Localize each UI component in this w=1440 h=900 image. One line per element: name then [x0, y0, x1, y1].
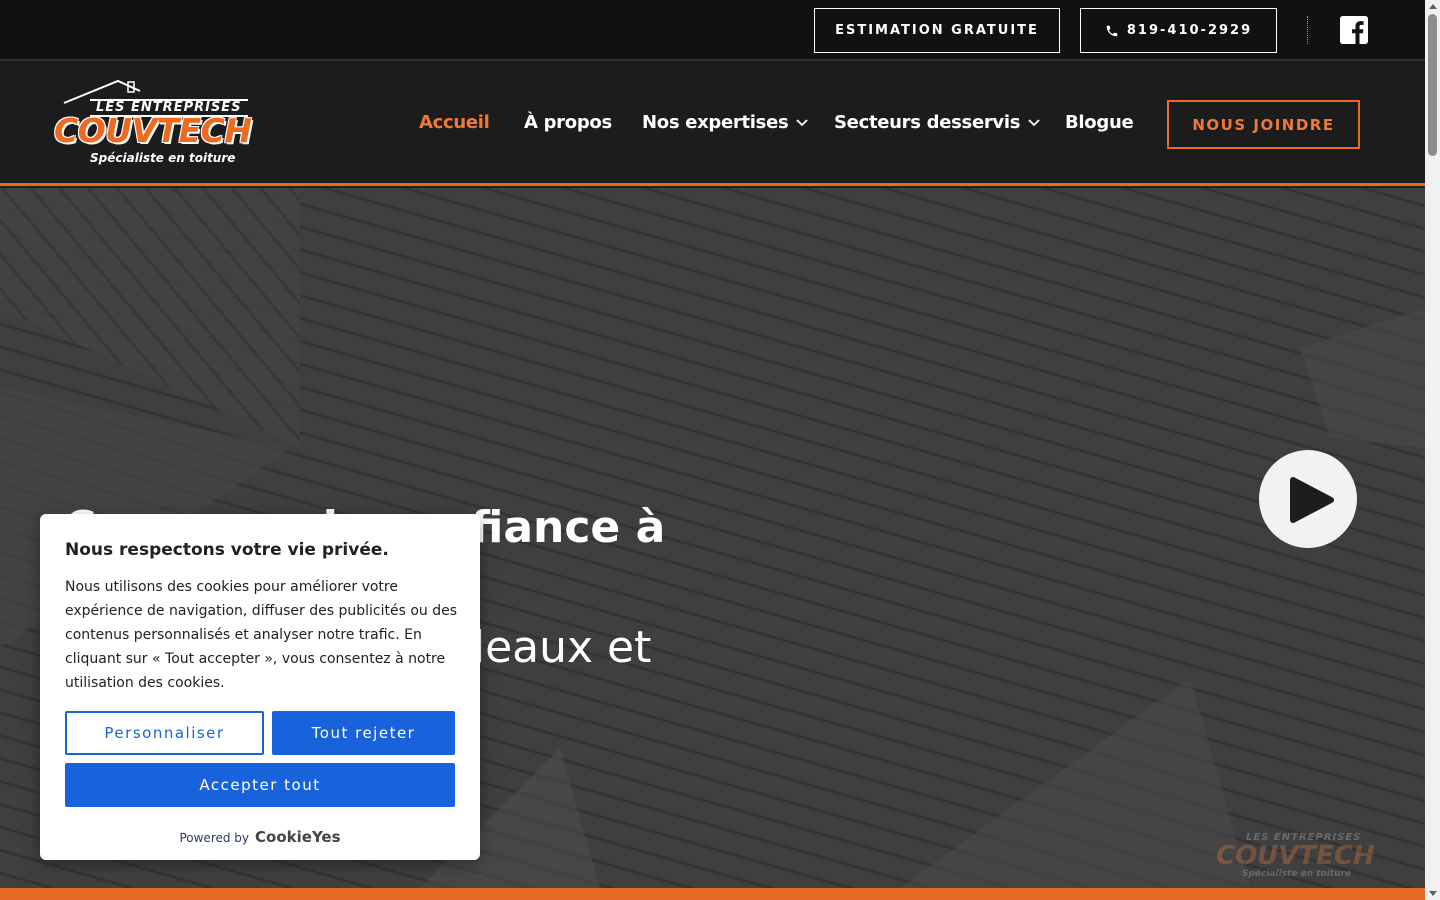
- logo-tagline: Spécialiste en toiture: [90, 151, 236, 165]
- powered-by-text: Powered by: [179, 831, 250, 845]
- nav-item-accueil[interactable]: Accueil: [419, 112, 490, 133]
- free-estimate-label: ESTIMATION GRATUITE: [835, 23, 1039, 38]
- scroll-thumb[interactable]: [1428, 14, 1437, 156]
- customize-label: Personnaliser: [104, 724, 225, 742]
- cookie-title: Nous respectons votre vie privée.: [65, 540, 389, 560]
- logo-main-text: COUVTECH: [54, 111, 252, 150]
- nav-item-secteurs-desservis[interactable]: Secteurs desservis: [834, 112, 1040, 133]
- nav-item-nos-expertises[interactable]: Nos expertises: [642, 112, 809, 133]
- main-navigation: LES ENTREPRISES COUVTECH Spécialiste en …: [0, 61, 1425, 186]
- scroll-up-arrow[interactable]: [1429, 4, 1437, 9]
- reject-all-button[interactable]: Tout rejeter: [272, 711, 455, 755]
- cookieyes-logo: CookieYes: [255, 828, 341, 846]
- phone-button[interactable]: 819-410-2929: [1080, 8, 1277, 53]
- nav-item-blogue[interactable]: Blogue: [1065, 112, 1134, 133]
- customize-button[interactable]: Personnaliser: [65, 711, 264, 755]
- nav-item-label: Nos expertises: [642, 112, 789, 133]
- contact-us-label: NOUS JOINDRE: [1192, 115, 1335, 134]
- phone-number: 819-410-2929: [1126, 23, 1253, 38]
- topbar-divider: [1307, 16, 1308, 44]
- chevron-down-icon: [796, 118, 809, 126]
- cookie-consent-dialog: Nous respectons votre vie privée. Nous u…: [40, 514, 480, 860]
- reject-all-label: Tout rejeter: [311, 724, 416, 742]
- play-icon: [1290, 477, 1334, 523]
- accent-strip: [0, 888, 1425, 900]
- top-bar: ESTIMATION GRATUITE 819-410-2929: [0, 0, 1425, 61]
- free-estimate-button[interactable]: ESTIMATION GRATUITE: [814, 8, 1060, 53]
- phone-icon: [1106, 25, 1118, 36]
- nav-item-label: À propos: [524, 112, 612, 133]
- site-logo[interactable]: LES ENTREPRISES COUVTECH Spécialiste en …: [54, 77, 258, 169]
- chevron-down-icon: [1028, 118, 1040, 126]
- nav-item-label: Secteurs desservis: [834, 112, 1021, 133]
- scroll-down-arrow[interactable]: [1429, 891, 1437, 896]
- page-scrollbar[interactable]: [1425, 0, 1440, 900]
- powered-by-cookieyes[interactable]: Powered by CookieYes: [40, 828, 480, 846]
- cookie-description: Nous utilisons des cookies pour améliore…: [65, 579, 457, 691]
- logo-watermark: LES ENTREPRISES COUVTECH Spécialiste en …: [1216, 832, 1375, 879]
- nav-item-label: Accueil: [419, 112, 490, 133]
- nav-item-a-propos[interactable]: À propos: [524, 112, 612, 133]
- accept-all-label: Accepter tout: [199, 776, 321, 794]
- nav-item-label: Blogue: [1065, 112, 1134, 133]
- watermark-main: COUVTECH: [1216, 841, 1375, 871]
- facebook-icon[interactable]: [1340, 16, 1368, 44]
- accept-all-button[interactable]: Accepter tout: [65, 763, 455, 807]
- play-video-button[interactable]: [1259, 450, 1357, 548]
- contact-us-button[interactable]: NOUS JOINDRE: [1167, 100, 1360, 149]
